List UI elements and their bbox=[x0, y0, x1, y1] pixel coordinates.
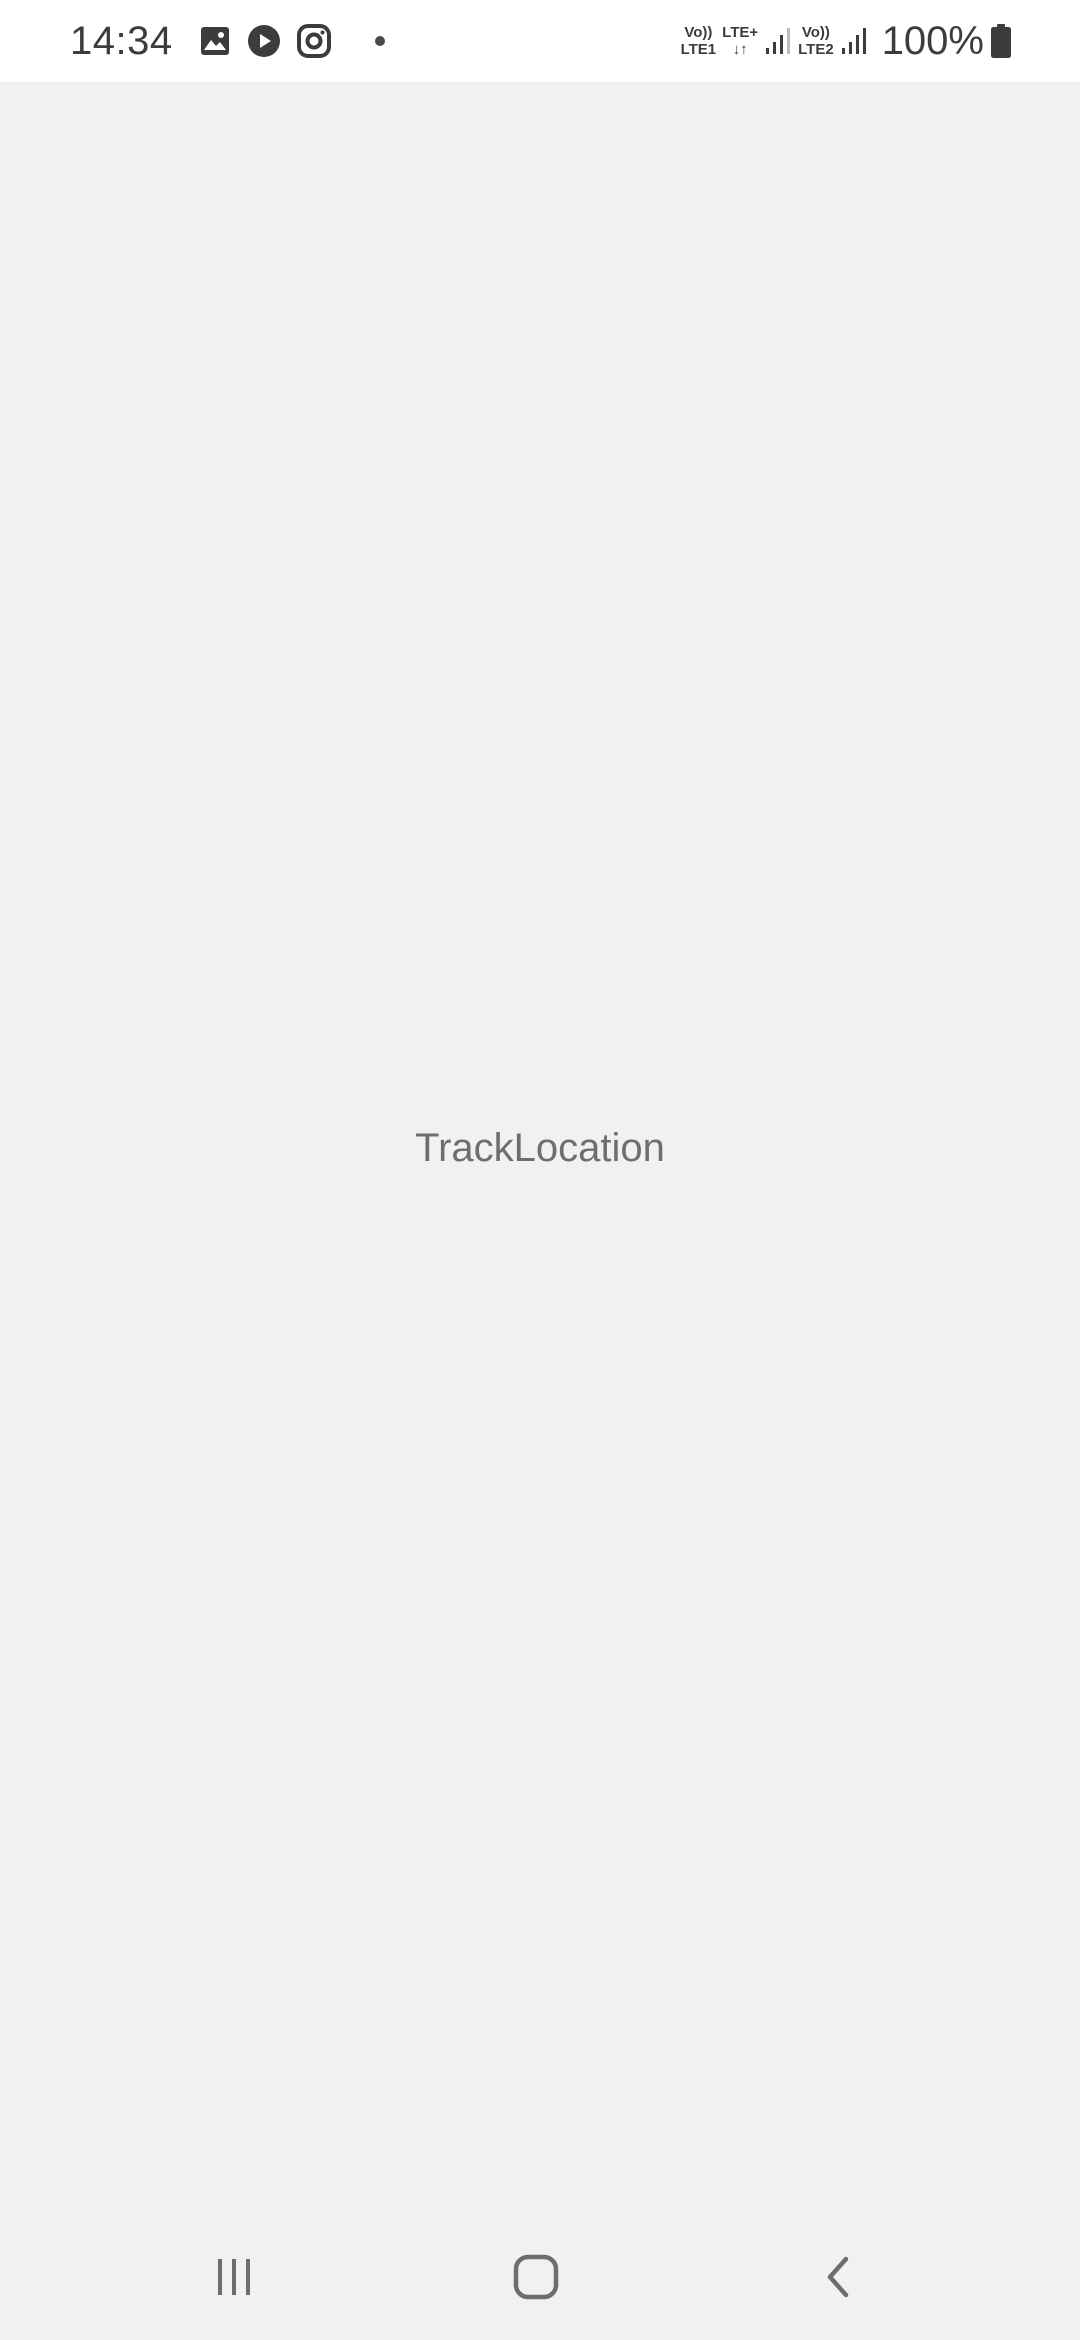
recent-apps-icon bbox=[218, 2259, 250, 2295]
back-button[interactable] bbox=[758, 2214, 918, 2340]
recent-apps-button[interactable] bbox=[154, 2214, 314, 2340]
instagram-icon bbox=[296, 24, 331, 58]
sim1-signal-icon bbox=[764, 26, 792, 56]
status-time: 14:34 bbox=[70, 18, 173, 63]
battery-icon bbox=[990, 23, 1012, 59]
status-bar: 14:34 Vo)) LTE1 LTE+ ↓↑ Vo)) LTE2 100% bbox=[0, 0, 1080, 82]
status-right: Vo)) LTE1 LTE+ ↓↑ Vo)) LTE2 100% bbox=[681, 19, 1012, 64]
gallery-icon bbox=[199, 25, 231, 57]
sim1-volte-indicator: Vo)) LTE1 bbox=[680, 24, 717, 58]
home-icon bbox=[513, 2254, 559, 2300]
app-title-label: TrackLocation bbox=[415, 1126, 665, 1170]
sim2-volte-indicator: Vo)) LTE2 bbox=[798, 24, 834, 58]
back-icon bbox=[827, 2256, 849, 2298]
home-button[interactable] bbox=[456, 2214, 616, 2340]
main-content: TrackLocation bbox=[0, 82, 1080, 2214]
navigation-bar bbox=[0, 2214, 1080, 2340]
youtube-icon bbox=[247, 24, 281, 58]
more-notifications-dot bbox=[374, 36, 385, 46]
battery-percentage: 100% bbox=[881, 18, 984, 63]
sim2-signal-icon bbox=[840, 26, 868, 56]
data-lte-plus-indicator: LTE+ ↓↑ bbox=[722, 24, 759, 58]
status-left: 14:34 bbox=[70, 19, 385, 64]
